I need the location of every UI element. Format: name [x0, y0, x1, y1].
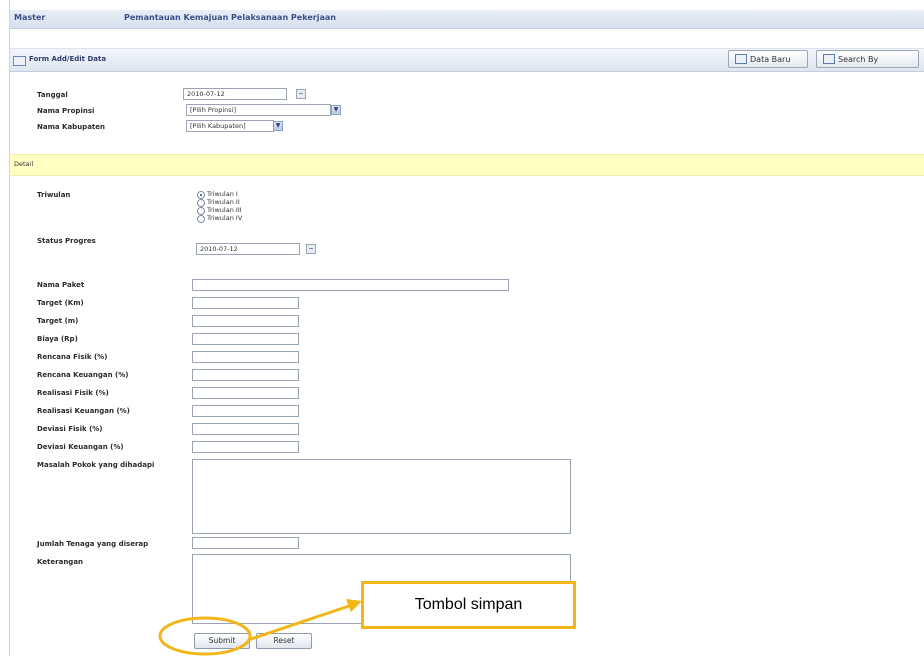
- annotation-overlay: [158, 599, 362, 656]
- callout-box: Tombol simpan: [361, 581, 576, 629]
- callout-arrow-line: [247, 603, 353, 642]
- submit-highlight-ellipse: [158, 616, 252, 656]
- callout-text: Tombol simpan: [414, 596, 523, 613]
